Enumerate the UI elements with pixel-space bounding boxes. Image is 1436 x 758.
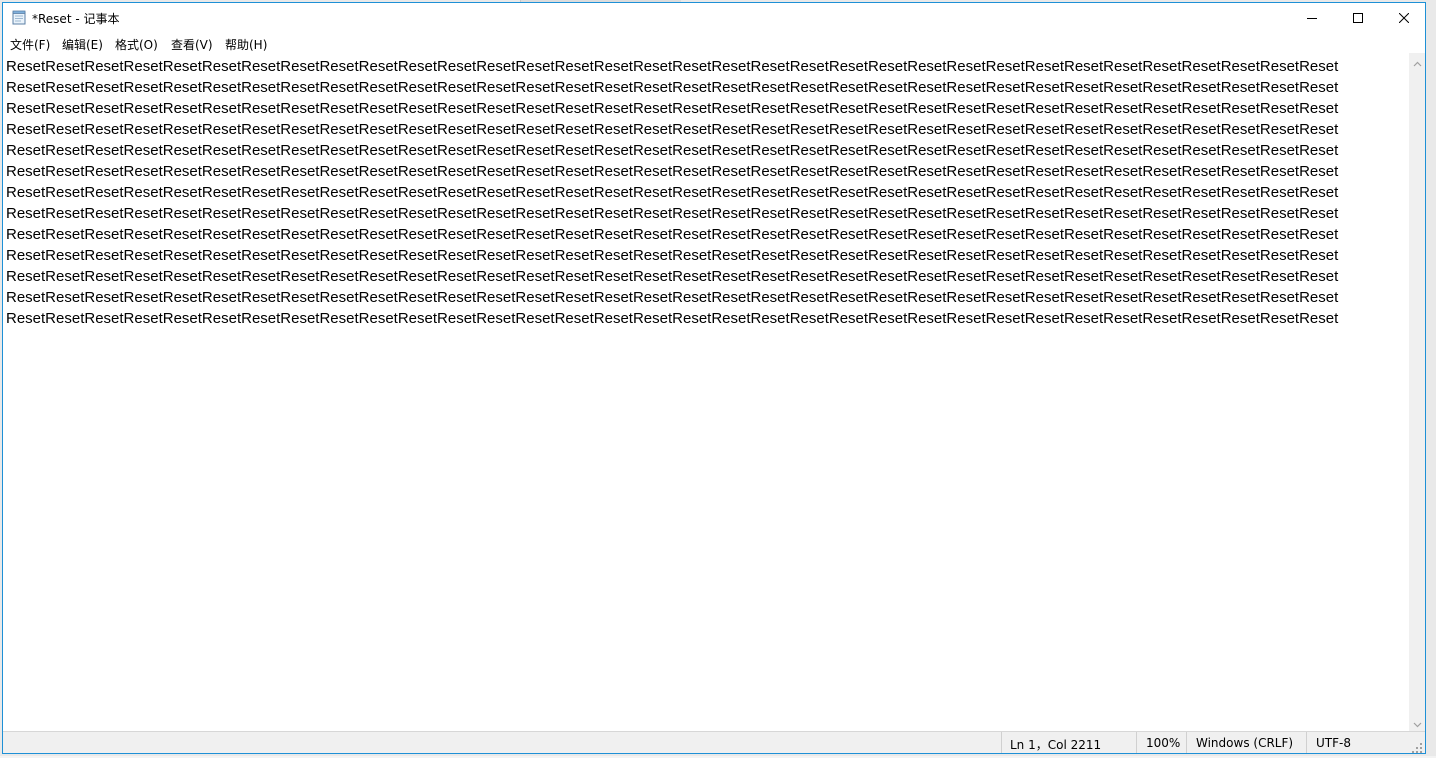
- scroll-up-button[interactable]: [1409, 53, 1425, 70]
- minimize-button[interactable]: [1289, 3, 1335, 33]
- editor-line: ResetResetResetResetResetResetResetReset…: [6, 289, 1339, 306]
- status-line-ending-segment: Windows (CRLF): [1186, 732, 1306, 753]
- notepad-icon[interactable]: [12, 10, 26, 25]
- status-zoom-segment: 100%: [1136, 732, 1186, 753]
- scroll-up-arrow-icon: [1413, 52, 1422, 71]
- status-encoding-segment: UTF-8: [1306, 732, 1425, 753]
- menu-file[interactable]: 文件(F): [7, 36, 53, 53]
- line-ending: Windows (CRLF): [1196, 736, 1294, 750]
- notepad-window: *Reset - 记事本 文件(F) 编辑(E) 格式(O) 查看(V) 帮助(…: [2, 2, 1426, 754]
- resize-grip-icon[interactable]: [1411, 739, 1423, 753]
- menu-help[interactable]: 帮助(H): [222, 36, 270, 53]
- scroll-down-button[interactable]: [1409, 714, 1425, 731]
- editor-line: ResetResetResetResetResetResetResetReset…: [6, 79, 1339, 96]
- window-title: *Reset - 记事本: [32, 12, 120, 26]
- editor-line: ResetResetResetResetResetResetResetReset…: [6, 247, 1339, 264]
- close-button[interactable]: [1381, 3, 1427, 33]
- zoom-level: 100%: [1146, 736, 1181, 750]
- encoding: UTF-8: [1316, 736, 1351, 750]
- editor-line: ResetResetResetResetResetResetResetReset…: [6, 121, 1339, 138]
- menu-format[interactable]: 格式(O): [112, 36, 161, 53]
- close-icon: [1399, 13, 1409, 23]
- menu-view[interactable]: 查看(V): [168, 36, 216, 53]
- minimize-icon: [1307, 13, 1317, 23]
- editor-line: ResetResetResetResetResetResetResetReset…: [6, 268, 1339, 285]
- cursor-position: Ln 1，Col 2211: [1010, 738, 1102, 752]
- maximize-button[interactable]: [1335, 3, 1381, 33]
- editor-line: ResetResetResetResetResetResetResetReset…: [6, 142, 1339, 159]
- menu-bar: 文件(F) 编辑(E) 格式(O) 查看(V) 帮助(H): [3, 33, 1425, 53]
- editor-line: ResetResetResetResetResetResetResetReset…: [6, 163, 1339, 180]
- text-editor-area[interactable]: ResetResetResetResetResetResetResetReset…: [3, 53, 1409, 731]
- editor-line: ResetResetResetResetResetResetResetReset…: [6, 184, 1339, 201]
- status-position-segment: Ln 1，Col 2211: [1001, 732, 1136, 753]
- maximize-icon: [1353, 13, 1363, 23]
- editor-line: ResetResetResetResetResetResetResetReset…: [6, 100, 1339, 117]
- editor-line: ResetResetResetResetResetResetResetReset…: [6, 205, 1339, 222]
- status-bar: Ln 1，Col 2211 100% Windows (CRLF) UTF-8: [3, 731, 1425, 753]
- menu-edit[interactable]: 编辑(E): [59, 36, 106, 53]
- scroll-down-arrow-icon: [1413, 713, 1422, 732]
- vertical-scrollbar[interactable]: [1409, 53, 1425, 731]
- title-bar[interactable]: *Reset - 记事本: [3, 3, 1425, 33]
- editor-content[interactable]: ResetResetResetResetResetResetResetReset…: [6, 56, 1406, 329]
- editor-line: ResetResetResetResetResetResetResetReset…: [6, 58, 1339, 75]
- editor-line: ResetResetResetResetResetResetResetReset…: [6, 226, 1339, 243]
- editor-line: ResetResetResetResetResetResetResetReset…: [6, 310, 1339, 327]
